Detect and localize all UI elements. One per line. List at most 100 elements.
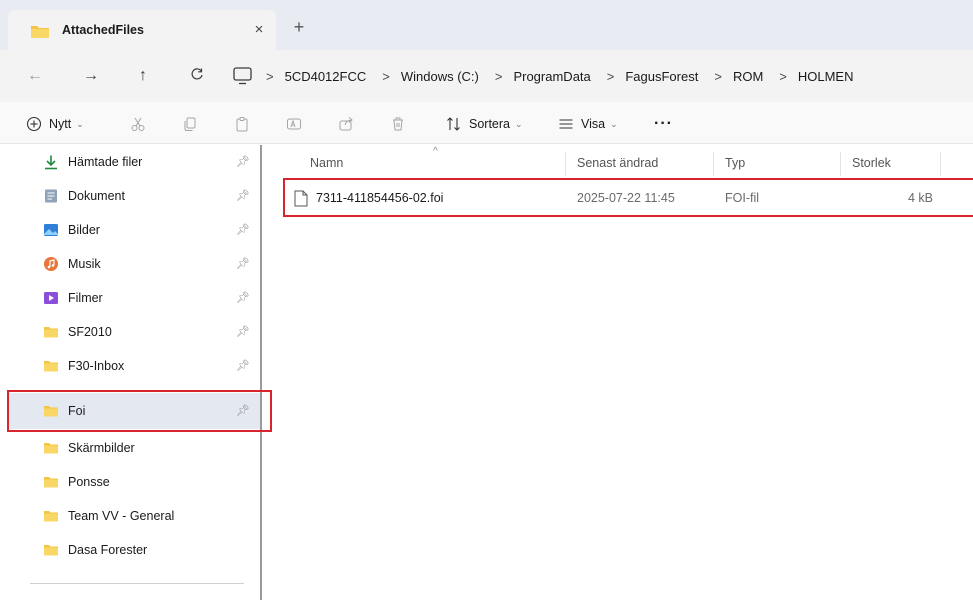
up-button[interactable]: ↑ bbox=[130, 63, 156, 89]
paste-icon[interactable] bbox=[234, 113, 250, 135]
view-lines-icon bbox=[559, 119, 573, 129]
monitor-icon[interactable] bbox=[232, 66, 254, 86]
chevron-down-icon: ⌄ bbox=[515, 118, 523, 129]
folder-icon bbox=[44, 361, 58, 372]
share-icon[interactable] bbox=[338, 113, 354, 135]
breadcrumb-separator: > bbox=[606, 68, 615, 84]
column-divider[interactable] bbox=[713, 152, 714, 176]
folder-icon bbox=[30, 23, 50, 42]
highlight-box-foi bbox=[7, 390, 272, 432]
sidebar-item-dasa-forester[interactable]: Dasa Forester bbox=[8, 533, 262, 567]
document-icon bbox=[45, 189, 57, 203]
sidebar-item-label: Bilder bbox=[68, 223, 100, 237]
refresh-button[interactable] bbox=[184, 63, 210, 89]
folder-icon bbox=[44, 327, 58, 338]
copy-icon[interactable] bbox=[182, 113, 198, 135]
breadcrumb-holmen[interactable]: HOLMEN bbox=[798, 69, 854, 84]
pin-icon[interactable]: 📌︎ bbox=[236, 189, 250, 202]
breadcrumb-programdata[interactable]: ProgramData bbox=[513, 69, 590, 84]
sidebar-item-label: Dokument bbox=[68, 189, 125, 203]
sidebar-item-label: Musik bbox=[68, 257, 101, 271]
plus-circle-icon bbox=[26, 116, 42, 132]
highlight-box-file bbox=[283, 178, 973, 217]
column-divider[interactable] bbox=[840, 152, 841, 176]
new-label: Nytt bbox=[49, 117, 72, 131]
view-label: Visa bbox=[581, 117, 606, 131]
sidebar-item-label: Ponsse bbox=[68, 475, 110, 489]
column-header-modified[interactable]: Senast ändrad bbox=[577, 156, 658, 170]
sidebar-divider bbox=[30, 583, 244, 584]
pin-icon[interactable]: 📌︎ bbox=[236, 359, 250, 372]
breadcrumb-drive[interactable]: Windows (C:) bbox=[401, 69, 479, 84]
view-button[interactable]: Visa ⌄ bbox=[558, 113, 618, 135]
sidebar-item-label: SF2010 bbox=[68, 325, 112, 339]
sidebar-item-screenshots[interactable]: Skärmbilder bbox=[8, 431, 262, 465]
pin-icon[interactable]: 📌︎ bbox=[236, 257, 250, 270]
command-bar: Nytt ⌄ Sortera ⌄ Visa ⌄ ··· bbox=[0, 102, 973, 144]
sidebar-item-team-vv-general[interactable]: Team VV - General bbox=[8, 499, 262, 533]
breadcrumb-rom[interactable]: ROM bbox=[733, 69, 763, 84]
breadcrumb-fagusforest[interactable]: FagusForest bbox=[625, 69, 698, 84]
tab-title: AttachedFiles bbox=[62, 23, 144, 37]
column-header-size[interactable]: Storlek bbox=[852, 156, 891, 170]
sidebar-item-downloads[interactable]: Hämtade filer 📌︎ bbox=[8, 145, 262, 179]
folder-icon bbox=[44, 477, 58, 488]
breadcrumb-separator: > bbox=[382, 68, 390, 84]
folder-icon bbox=[44, 443, 58, 454]
pictures-icon bbox=[44, 224, 58, 236]
music-icon bbox=[44, 257, 58, 271]
sidebar-item-music[interactable]: Musik 📌︎ bbox=[8, 247, 262, 281]
pin-icon[interactable]: 📌︎ bbox=[236, 223, 250, 236]
rename-icon[interactable] bbox=[286, 113, 302, 135]
folder-icon bbox=[44, 511, 58, 522]
chevron-down-icon: ⌄ bbox=[76, 118, 84, 129]
sidebar-item-videos[interactable]: Filmer 📌︎ bbox=[8, 281, 262, 315]
column-header-type[interactable]: Typ bbox=[725, 156, 745, 170]
column-headers: ^ Namn Senast ändrad Typ Storlek bbox=[280, 146, 973, 178]
forward-button[interactable]: → bbox=[78, 63, 104, 89]
pin-icon[interactable]: 📌︎ bbox=[236, 155, 250, 168]
sidebar-item-label: Filmer bbox=[68, 291, 103, 305]
pin-icon[interactable]: 📌︎ bbox=[236, 325, 250, 338]
refresh-icon bbox=[191, 68, 203, 80]
sidebar-item-documents[interactable]: Dokument 📌︎ bbox=[8, 179, 262, 213]
address-row: ← → ↑ > 5CD4012FCC > Windows (C:) > Prog… bbox=[0, 50, 973, 102]
breadcrumb-separator: > bbox=[266, 68, 274, 84]
sort-button[interactable]: Sortera ⌄ bbox=[446, 113, 523, 135]
sidebar-item-sf2010[interactable]: SF2010 📌︎ bbox=[8, 315, 262, 349]
download-icon bbox=[45, 155, 57, 170]
sidebar-item-label: Team VV - General bbox=[68, 509, 175, 523]
tab-attached-files[interactable]: AttachedFiles × bbox=[8, 10, 276, 50]
folder-icon bbox=[44, 545, 58, 556]
sort-label: Sortera bbox=[469, 117, 510, 131]
sidebar-item-ponsse[interactable]: Ponsse bbox=[8, 465, 262, 499]
new-tab-button[interactable]: + bbox=[288, 16, 310, 38]
breadcrumb-separator: > bbox=[494, 68, 503, 84]
delete-icon[interactable] bbox=[390, 113, 406, 135]
videos-icon bbox=[44, 292, 58, 304]
column-divider[interactable] bbox=[940, 152, 941, 176]
sidebar-item-label: F30-Inbox bbox=[68, 359, 125, 373]
close-tab-icon[interactable]: × bbox=[248, 19, 270, 41]
pane-splitter[interactable] bbox=[260, 145, 262, 600]
column-header-name[interactable]: Namn bbox=[310, 156, 343, 170]
more-options-icon[interactable]: ··· bbox=[654, 113, 673, 135]
back-button[interactable]: ← bbox=[22, 63, 48, 89]
breadcrumb-separator: > bbox=[714, 68, 722, 84]
sort-icon bbox=[447, 117, 460, 131]
sidebar-item-f30-inbox[interactable]: F30-Inbox 📌︎ bbox=[8, 349, 262, 383]
breadcrumb-separator: > bbox=[779, 68, 787, 84]
navigation-pane: Hämtade filer 📌︎ Dokument 📌︎ Bilder 📌︎ M… bbox=[0, 145, 262, 600]
pin-icon[interactable]: 📌︎ bbox=[236, 291, 250, 304]
breadcrumb: > 5CD4012FCC > Windows (C:) > ProgramDat… bbox=[232, 63, 870, 89]
sidebar-item-label: Dasa Forester bbox=[68, 543, 148, 557]
breadcrumb-computer[interactable]: 5CD4012FCC bbox=[285, 69, 367, 84]
sidebar-item-label: Skärmbilder bbox=[68, 441, 135, 455]
chevron-down-icon: ⌄ bbox=[610, 118, 618, 129]
sidebar-item-label: Hämtade filer bbox=[68, 155, 143, 169]
new-button[interactable]: Nytt ⌄ bbox=[26, 113, 84, 135]
sidebar-item-pictures[interactable]: Bilder 📌︎ bbox=[8, 213, 262, 247]
cut-icon[interactable] bbox=[130, 113, 146, 135]
tab-bar: AttachedFiles × + bbox=[0, 0, 973, 50]
column-divider[interactable] bbox=[565, 152, 566, 176]
